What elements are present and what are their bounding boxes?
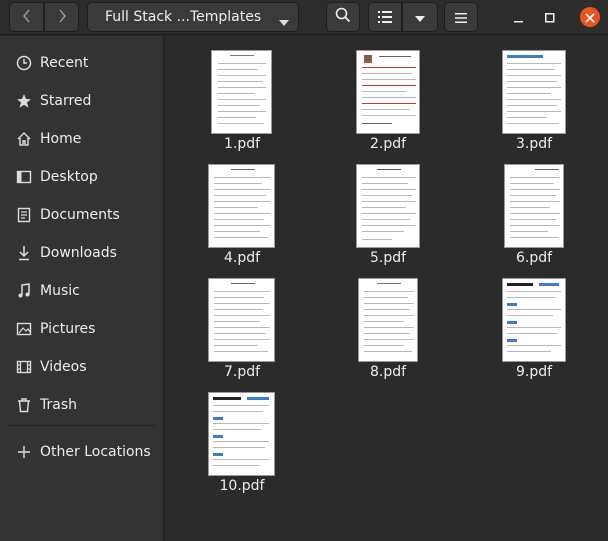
- sidebar-item-downloads[interactable]: Downloads: [0, 235, 163, 271]
- plus-icon: [15, 443, 33, 461]
- file-name: 4.pdf: [223, 250, 261, 266]
- sidebar-separator: [8, 425, 156, 426]
- search-icon: [335, 7, 351, 27]
- file-item[interactable]: 4.pdf: [177, 162, 307, 272]
- forward-button[interactable]: [44, 2, 79, 32]
- main-menu-button[interactable]: [444, 2, 478, 32]
- sidebar-item-home[interactable]: Home: [0, 121, 163, 157]
- hamburger-menu-icon: [455, 8, 467, 27]
- sidebar-item-documents[interactable]: Documents: [0, 197, 163, 233]
- list-view-icon: [378, 8, 392, 27]
- sidebar-item-recent[interactable]: Recent: [0, 45, 163, 81]
- sidebar-item-starred[interactable]: Starred: [0, 83, 163, 119]
- maximize-icon: [545, 8, 555, 27]
- sidebar-item-desktop[interactable]: Desktop: [0, 159, 163, 195]
- sidebar-item-label: Trash: [40, 397, 77, 413]
- file-grid: 1.pdf 2.pdf 3.pdf 4.pdf 5.pdf 6.pdf 7.pd…: [165, 36, 608, 541]
- star-icon: [15, 92, 33, 110]
- file-item[interactable]: 5.pdf: [323, 162, 453, 272]
- sidebar-item-label: Music: [40, 283, 80, 299]
- sidebar-item-label: Other Locations: [40, 444, 151, 460]
- pdf-thumbnail: [502, 50, 566, 134]
- desktop-icon: [15, 168, 33, 186]
- forward-icon: [57, 8, 67, 27]
- document-icon: [15, 206, 33, 224]
- chevron-down-icon: [415, 8, 425, 27]
- view-toggle-button[interactable]: [368, 2, 402, 32]
- clock-icon: [15, 54, 33, 72]
- sidebar-item-other-locations[interactable]: Other Locations: [0, 434, 163, 470]
- back-icon: [22, 8, 32, 27]
- file-name: 1.pdf: [223, 136, 261, 152]
- sidebar-item-label: Downloads: [40, 245, 117, 261]
- file-name: 5.pdf: [369, 250, 407, 266]
- music-icon: [15, 282, 33, 300]
- file-item[interactable]: 6.pdf: [469, 162, 599, 272]
- sidebar-item-label: Home: [40, 131, 82, 147]
- pdf-thumbnail: [208, 164, 275, 248]
- maximize-button[interactable]: [540, 7, 560, 27]
- video-icon: [15, 358, 33, 376]
- file-name: 6.pdf: [515, 250, 553, 266]
- sidebar-item-label: Videos: [40, 359, 87, 375]
- pictures-icon: [15, 320, 33, 338]
- file-item[interactable]: 7.pdf: [177, 276, 307, 386]
- file-item[interactable]: 1.pdf: [177, 48, 307, 158]
- file-name: 7.pdf: [223, 364, 261, 380]
- pdf-thumbnail: [356, 164, 420, 248]
- pdf-thumbnail: [504, 164, 564, 248]
- home-icon: [15, 130, 33, 148]
- pdf-thumbnail: [211, 50, 272, 134]
- chevron-down-icon: [279, 12, 289, 31]
- pdf-thumbnail: [208, 392, 275, 476]
- pdf-thumbnail: [208, 278, 275, 362]
- search-button[interactable]: [326, 2, 360, 32]
- photo-icon: [364, 55, 372, 63]
- pdf-thumbnail: [358, 278, 418, 362]
- sidebar-item-label: Starred: [40, 93, 92, 109]
- file-name: 9.pdf: [515, 364, 553, 380]
- minimize-icon: [514, 8, 524, 27]
- file-name: 10.pdf: [219, 478, 265, 494]
- sidebar-item-trash[interactable]: Trash: [0, 387, 163, 423]
- sidebar-item-label: Documents: [40, 207, 120, 223]
- file-name: 8.pdf: [369, 364, 407, 380]
- pdf-thumbnail: [502, 278, 566, 362]
- file-name: 3.pdf: [515, 136, 553, 152]
- back-button[interactable]: [9, 2, 44, 32]
- file-item[interactable]: 2.pdf: [323, 48, 453, 158]
- path-label: Full Stack ...Templates: [105, 9, 262, 25]
- sidebar-item-videos[interactable]: Videos: [0, 349, 163, 385]
- sidebar-item-pictures[interactable]: Pictures: [0, 311, 163, 347]
- sidebar-item-music[interactable]: Music: [0, 273, 163, 309]
- file-item[interactable]: 9.pdf: [469, 276, 599, 386]
- sidebar-item-label: Desktop: [40, 169, 98, 185]
- view-options-button[interactable]: [402, 2, 438, 32]
- header-bar: Full Stack ...Templates: [0, 0, 608, 35]
- file-item[interactable]: 8.pdf: [323, 276, 453, 386]
- pdf-thumbnail: [356, 50, 420, 134]
- download-icon: [15, 244, 33, 262]
- path-bar-button[interactable]: Full Stack ...Templates: [87, 2, 299, 32]
- sidebar-item-label: Recent: [40, 55, 89, 71]
- sidebar-item-label: Pictures: [40, 321, 96, 337]
- file-name: 2.pdf: [369, 136, 407, 152]
- file-item[interactable]: 3.pdf: [469, 48, 599, 158]
- sidebar: Recent Starred Home Desktop Documents Do…: [0, 36, 164, 541]
- minimize-button[interactable]: [509, 7, 529, 27]
- file-item[interactable]: 10.pdf: [177, 390, 307, 500]
- close-button[interactable]: [580, 7, 600, 27]
- trash-icon: [15, 396, 33, 414]
- close-icon: [585, 8, 595, 27]
